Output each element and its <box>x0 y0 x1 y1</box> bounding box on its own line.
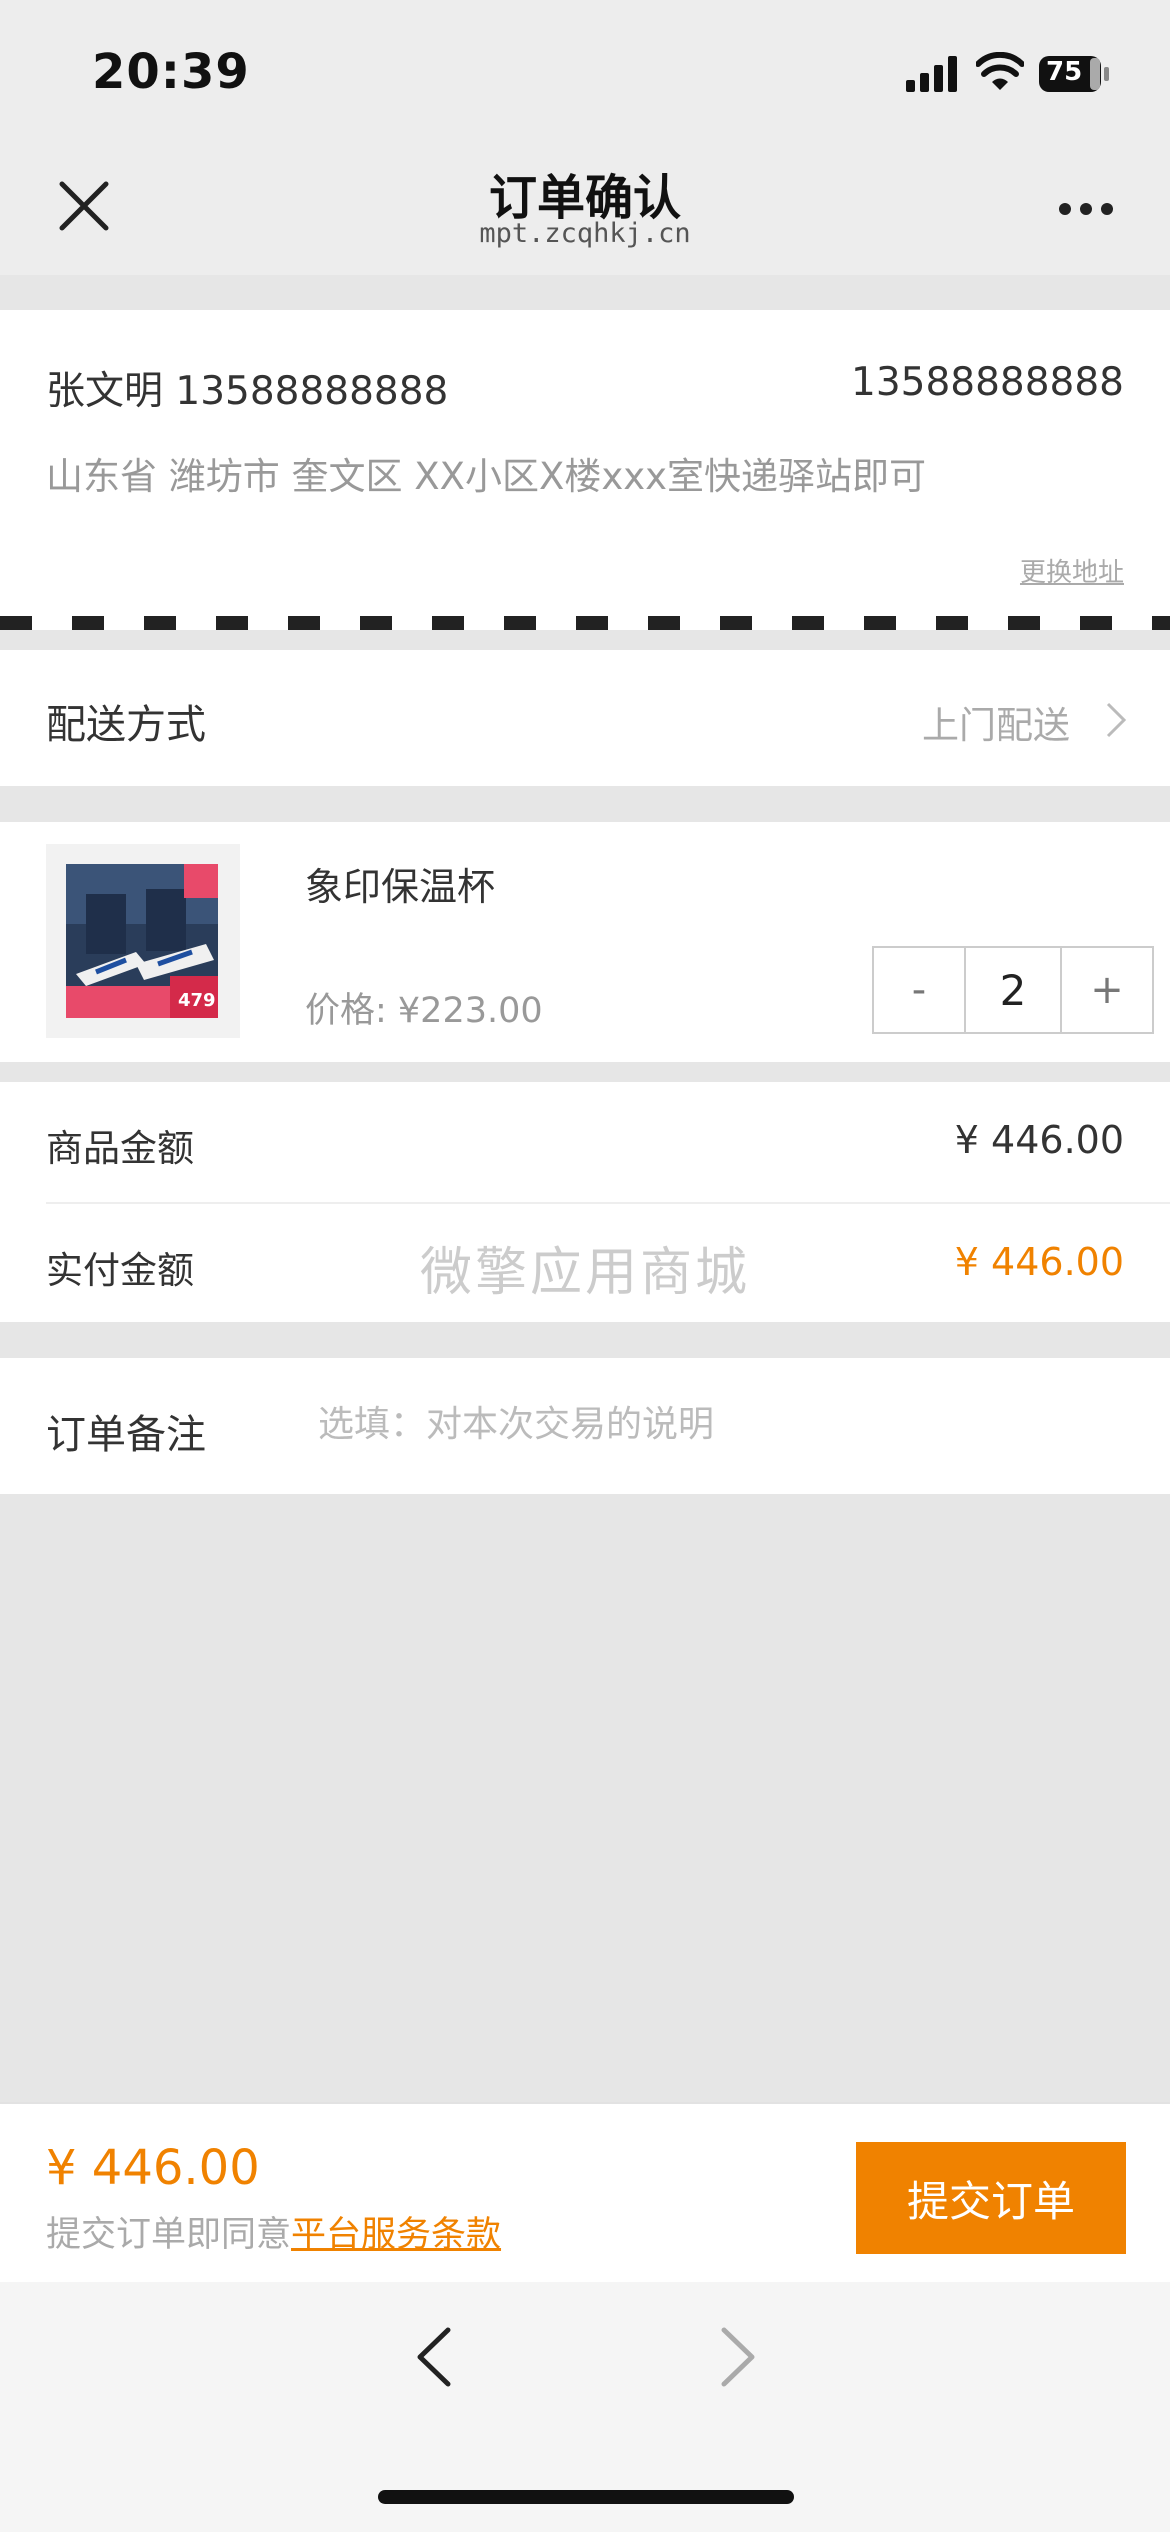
product-name: 象印保温杯 <box>305 865 496 909</box>
back-arrow-icon[interactable] <box>414 2326 454 2388</box>
order-note-input[interactable] <box>318 1392 1118 1456</box>
recipient-phone: 13588888888 <box>851 360 1124 405</box>
goods-amount-label: 商品金额 <box>46 1127 194 1170</box>
goods-amount-value: ¥ 446.00 <box>954 1118 1124 1162</box>
more-icon[interactable] <box>1058 202 1114 216</box>
page-domain: mpt.zcqhkj.cn <box>479 218 691 249</box>
recipient-name-phone: 张文明 13588888888 <box>46 369 449 414</box>
total-price: ¥ 446.00 <box>46 2140 260 2196</box>
quantity-stepper: - 2 + <box>872 946 1154 1034</box>
submit-order-button[interactable]: 提交订单 <box>856 2142 1126 2254</box>
battery-level: 75 <box>1046 57 1083 87</box>
wifi-icon <box>976 52 1024 90</box>
paid-amount-value: ¥ 446.00 <box>954 1240 1124 1284</box>
paid-amount-label: 实付金额 <box>46 1249 194 1292</box>
product-thumbnail[interactable]: 479 <box>66 864 218 1018</box>
address-detail: 山东省 潍坊市 奎文区 XX小区X楼xxx室快递驿站即可 <box>46 455 927 498</box>
amount-divider <box>46 1202 1170 1204</box>
forward-arrow-icon[interactable] <box>718 2326 758 2388</box>
address-divider <box>0 616 1170 630</box>
quantity-value[interactable]: 2 <box>964 948 1062 1032</box>
decrease-quantity-button[interactable]: - <box>874 948 964 1032</box>
delivery-label: 配送方式 <box>46 702 206 748</box>
cellular-signal-icon <box>906 56 957 92</box>
battery-icon: 75 <box>1038 54 1110 94</box>
order-note-label: 订单备注 <box>46 1412 206 1458</box>
terms-agreement-text: 提交订单即同意 <box>46 2215 292 2255</box>
change-address-link[interactable]: 更换地址 <box>1020 552 1124 589</box>
product-price: 价格: ¥223.00 <box>305 991 543 1031</box>
delivery-value: 上门配送 <box>922 704 1070 747</box>
increase-quantity-button[interactable]: + <box>1062 948 1152 1032</box>
terms-agreement: 提交订单即同意平台服务条款 <box>46 2206 501 2257</box>
status-time: 20:39 <box>92 44 250 100</box>
product-badge-price: 479 <box>178 990 216 1011</box>
terms-link[interactable]: 平台服务条款 <box>291 2215 501 2255</box>
chevron-right-icon <box>1106 702 1127 738</box>
home-indicator <box>378 2490 794 2504</box>
